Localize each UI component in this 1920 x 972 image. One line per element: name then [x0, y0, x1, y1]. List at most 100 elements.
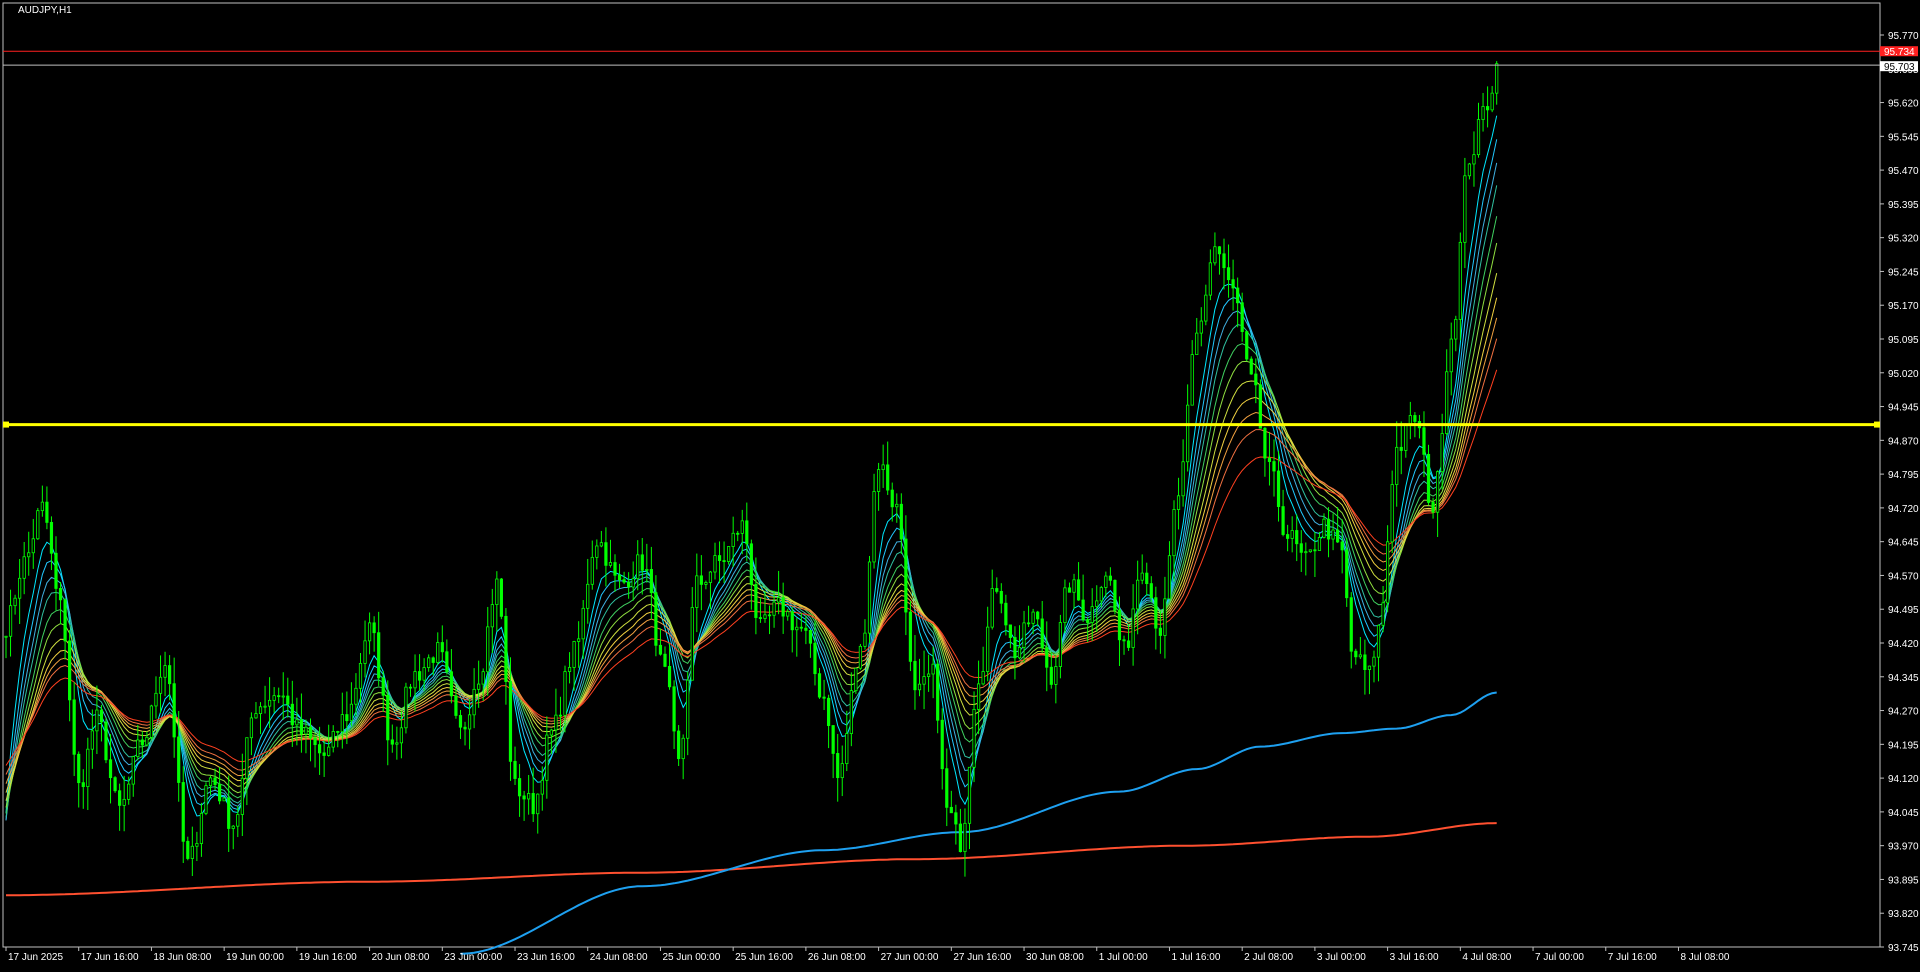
candle-body: [1422, 427, 1426, 455]
candle-body: [367, 622, 372, 642]
candle-body: [708, 571, 713, 583]
candle-body: [790, 611, 794, 631]
candle-body: [1040, 618, 1044, 648]
candle-body: [1045, 647, 1049, 668]
candle-body: [340, 714, 344, 733]
chart-window[interactable]: 95.77095.69595.62095.54595.47095.39595.3…: [0, 0, 1920, 967]
candle[interactable]: [1249, 356, 1253, 375]
candle-body: [1013, 637, 1017, 659]
candle[interactable]: [36, 507, 40, 540]
candle-body: [1004, 602, 1008, 626]
candle-body: [158, 676, 163, 694]
candle-body: [913, 660, 917, 691]
candle-body: [667, 665, 672, 688]
price-tick-label: 95.470: [1888, 166, 1919, 177]
candle[interactable]: [854, 667, 858, 694]
candle-body: [317, 744, 322, 754]
candle-body: [249, 717, 254, 739]
candle-body: [1217, 246, 1222, 255]
candle-body: [290, 703, 294, 726]
candle-body: [177, 736, 181, 783]
candle-body: [808, 630, 813, 644]
candle[interactable]: [499, 578, 503, 620]
candle-body: [263, 705, 267, 708]
candle[interactable]: [727, 546, 731, 565]
candle[interactable]: [113, 776, 117, 793]
candle-body: [1213, 246, 1217, 264]
candle-body: [386, 694, 390, 741]
candle-body: [1081, 599, 1085, 620]
candle-body: [627, 581, 631, 588]
candle-body: [631, 578, 635, 588]
candle-body: [763, 614, 767, 619]
candle-body: [1072, 579, 1076, 593]
candle-body: [881, 464, 885, 470]
price-tick-label: 93.970: [1888, 842, 1919, 853]
price-tick-label: 94.045: [1888, 808, 1919, 819]
candle-body: [704, 582, 708, 585]
line-handle-right[interactable]: [1874, 421, 1880, 428]
candle-body: [277, 695, 281, 698]
candle-body: [240, 777, 244, 815]
time-tick-label: 27 Jun 16:00: [953, 952, 1011, 963]
price-chart[interactable]: 95.77095.69595.62095.54595.47095.39595.3…: [0, 0, 1920, 967]
candle[interactable]: [404, 682, 408, 734]
candle-body: [168, 665, 172, 685]
candle-body: [836, 753, 840, 779]
candle-body: [417, 671, 422, 681]
candle-body: [1149, 583, 1153, 599]
candle-body: [1276, 470, 1281, 507]
candle[interactable]: [149, 704, 154, 740]
candle-body: [140, 739, 144, 746]
red-line-price-label: 95.734: [1884, 47, 1915, 58]
candle-body: [499, 578, 503, 617]
candle-body: [213, 777, 217, 785]
candle-body: [413, 671, 417, 689]
candle-body: [695, 575, 699, 608]
time-tick-label: 4 Jul 08:00: [1462, 952, 1511, 963]
candle-body: [740, 520, 744, 534]
candle-body: [1490, 92, 1494, 111]
candle-body: [831, 725, 835, 754]
candle-body: [654, 592, 658, 646]
candle-body: [522, 795, 526, 800]
candle-body: [186, 840, 190, 859]
candle-body: [77, 753, 81, 784]
candle-body: [349, 703, 354, 722]
candle-body: [572, 641, 576, 668]
candle-body: [90, 730, 94, 750]
candle-body: [926, 673, 931, 677]
candle-body: [1240, 302, 1244, 332]
candle-body: [1363, 654, 1367, 670]
line-handle-left[interactable]: [3, 421, 9, 428]
candle[interactable]: [867, 555, 872, 643]
candle-body: [472, 688, 476, 716]
candle-body: [408, 686, 413, 689]
candle-body: [1308, 549, 1312, 553]
candle-body: [13, 597, 17, 607]
candle-body: [354, 687, 358, 705]
price-tick-label: 94.645: [1888, 538, 1919, 549]
candle-body: [104, 721, 108, 761]
candle-body: [890, 489, 894, 508]
candle-body: [940, 719, 944, 770]
candle-body: [49, 522, 54, 554]
candle[interactable]: [1258, 379, 1262, 429]
candle-body: [513, 760, 517, 779]
candle-body: [922, 676, 926, 685]
candle-body: [458, 715, 463, 728]
price-tick-label: 94.945: [1888, 403, 1919, 414]
candle-body: [227, 797, 231, 829]
candle-body: [445, 651, 449, 673]
candle-body: [1495, 63, 1499, 94]
candle-body: [1063, 587, 1067, 623]
candle[interactable]: [1245, 330, 1249, 362]
candle-body: [917, 683, 922, 691]
candle-body: [463, 726, 467, 730]
candle[interactable]: [858, 643, 863, 670]
candle-body: [781, 597, 785, 617]
candle[interactable]: [1113, 579, 1117, 615]
candle[interactable]: [204, 782, 208, 816]
candle[interactable]: [104, 717, 108, 764]
candle-body: [1481, 106, 1485, 120]
